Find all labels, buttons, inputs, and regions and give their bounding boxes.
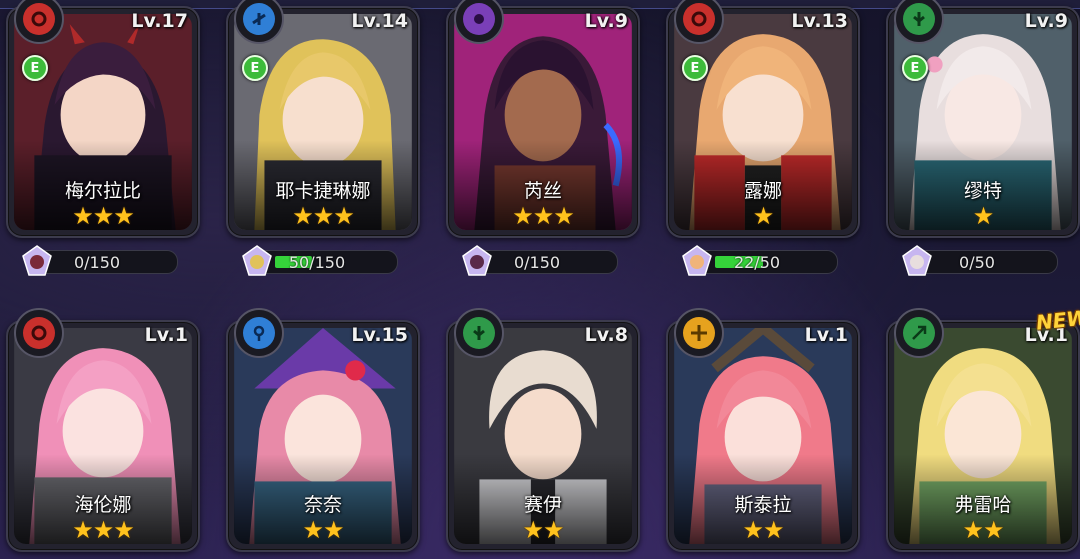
star-rating: ★★ [302, 516, 344, 544]
soul-shard-icon [682, 245, 712, 276]
character-card[interactable]: Lv.1 NEW 弗雷哈 ★★ [886, 305, 1080, 552]
star-rating: ★ [752, 202, 775, 230]
level-label: Lv.17 [131, 10, 188, 32]
character-name: 奈奈 [303, 494, 342, 516]
equipment-badge: E [22, 55, 48, 81]
element-badge [234, 308, 284, 358]
character-card[interactable]: Lv.1 斯泰拉 ★★ [666, 308, 860, 552]
level-label: Lv.9 [584, 10, 628, 32]
star-rating: ★★ [742, 516, 784, 544]
element-badge [894, 308, 944, 358]
character-card[interactable]: Lv.9 芮丝 ★★★ [446, 0, 640, 238]
level-label: Lv.15 [351, 324, 408, 346]
character-name: 芮丝 [523, 180, 562, 202]
fire-element-icon [683, 3, 715, 35]
character-name: 赛伊 [523, 494, 562, 516]
equipment-badge: E [682, 55, 708, 81]
wood-element-icon [903, 3, 935, 35]
character-name: 斯泰拉 [734, 494, 792, 516]
character-name: 海伦娜 [74, 494, 132, 516]
character-name: 缪特 [963, 180, 1002, 202]
character-card[interactable]: Lv.9 E 缪特 ★ [886, 0, 1080, 238]
star-rating: ★★ [962, 516, 1004, 544]
soul-shard-icon [902, 245, 932, 276]
dark-element-icon [463, 3, 495, 35]
character-name: 梅尔拉比 [64, 180, 141, 202]
character-card[interactable]: Lv.8 赛伊 ★★ [446, 308, 640, 552]
element-badge [454, 308, 504, 358]
character-name: 弗雷哈 [954, 494, 1012, 516]
character-card[interactable]: Lv.15 奈奈 ★★ [226, 308, 420, 552]
wood-element-icon [903, 317, 935, 349]
element-badge [674, 308, 724, 358]
star-rating: ★★★ [512, 202, 575, 230]
fire-element-icon [23, 3, 55, 35]
level-label: Lv.9 [1024, 10, 1068, 32]
character-name: 耶卡捷琳娜 [275, 180, 371, 202]
character-card[interactable]: Lv.13 E 露娜 ★ [666, 0, 860, 238]
new-badge: NEW [1034, 305, 1080, 335]
soul-shard-icon [242, 245, 272, 276]
level-label: Lv.14 [351, 10, 408, 32]
level-label: Lv.1 [144, 324, 188, 346]
character-name: 露娜 [743, 180, 782, 202]
level-label: Lv.1 [804, 324, 848, 346]
light-element-icon [683, 317, 715, 349]
star-rating: ★★★ [72, 516, 135, 544]
star-rating: ★★★ [72, 202, 135, 230]
character-card[interactable]: Lv.14 E 耶卡捷琳娜 ★★★ [226, 0, 420, 238]
water-element-icon [243, 317, 275, 349]
equipment-badge: E [902, 55, 928, 81]
level-label: Lv.13 [791, 10, 848, 32]
star-rating: ★★★ [292, 202, 355, 230]
element-badge [14, 308, 64, 358]
star-rating: ★★ [522, 516, 564, 544]
soul-shard-icon [22, 245, 52, 276]
water-element-icon [243, 3, 275, 35]
wood-element-icon [463, 317, 495, 349]
character-card[interactable]: Lv.1 海伦娜 ★★★ [6, 308, 200, 552]
soul-shard-icon [462, 245, 492, 276]
character-card[interactable]: Lv.17 E 梅尔拉比 ★★★ [6, 0, 200, 238]
star-rating: ★ [972, 202, 995, 230]
fire-element-icon [23, 317, 55, 349]
level-label: Lv.8 [584, 324, 628, 346]
equipment-badge: E [242, 55, 268, 81]
